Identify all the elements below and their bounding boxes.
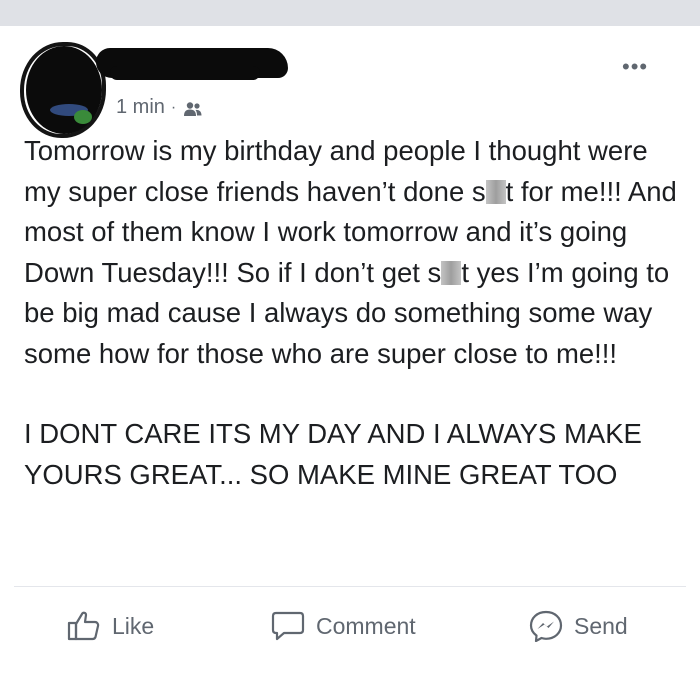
avatar[interactable]: [26, 46, 102, 134]
more-options-icon[interactable]: •••: [622, 56, 648, 78]
like-label: Like: [112, 612, 155, 639]
action-bar: Like Comment Send: [0, 590, 700, 650]
comment-button[interactable]: Comment: [270, 610, 416, 642]
comment-label: Comment: [316, 612, 416, 639]
send-label: Send: [574, 612, 628, 639]
post-paragraph-2: I DONT CARE ITS MY DAY AND I ALWAYS MAKE…: [24, 418, 642, 490]
timestamp[interactable]: 1 min: [116, 96, 165, 119]
censor-blur: [441, 260, 462, 285]
author-name-redaction-extra: [110, 66, 260, 80]
post-meta: 1 min ·: [116, 96, 204, 119]
messenger-icon: [529, 610, 563, 642]
online-status-dot: [74, 110, 92, 124]
like-button[interactable]: Like: [66, 610, 154, 642]
send-button[interactable]: Send: [528, 610, 628, 642]
post-paragraph-1: Tomorrow is my birthday and people I tho…: [24, 131, 684, 374]
post-text: Tomorrow is my birthday and people I tho…: [24, 131, 684, 495]
censor-blur: [485, 179, 506, 204]
comment-bubble-icon: [271, 611, 305, 641]
action-divider: [14, 586, 686, 587]
thumbs-up-icon: [67, 611, 100, 641]
friends-icon[interactable]: [182, 100, 204, 116]
top-strip: [0, 0, 700, 26]
meta-separator: ·: [170, 98, 177, 116]
